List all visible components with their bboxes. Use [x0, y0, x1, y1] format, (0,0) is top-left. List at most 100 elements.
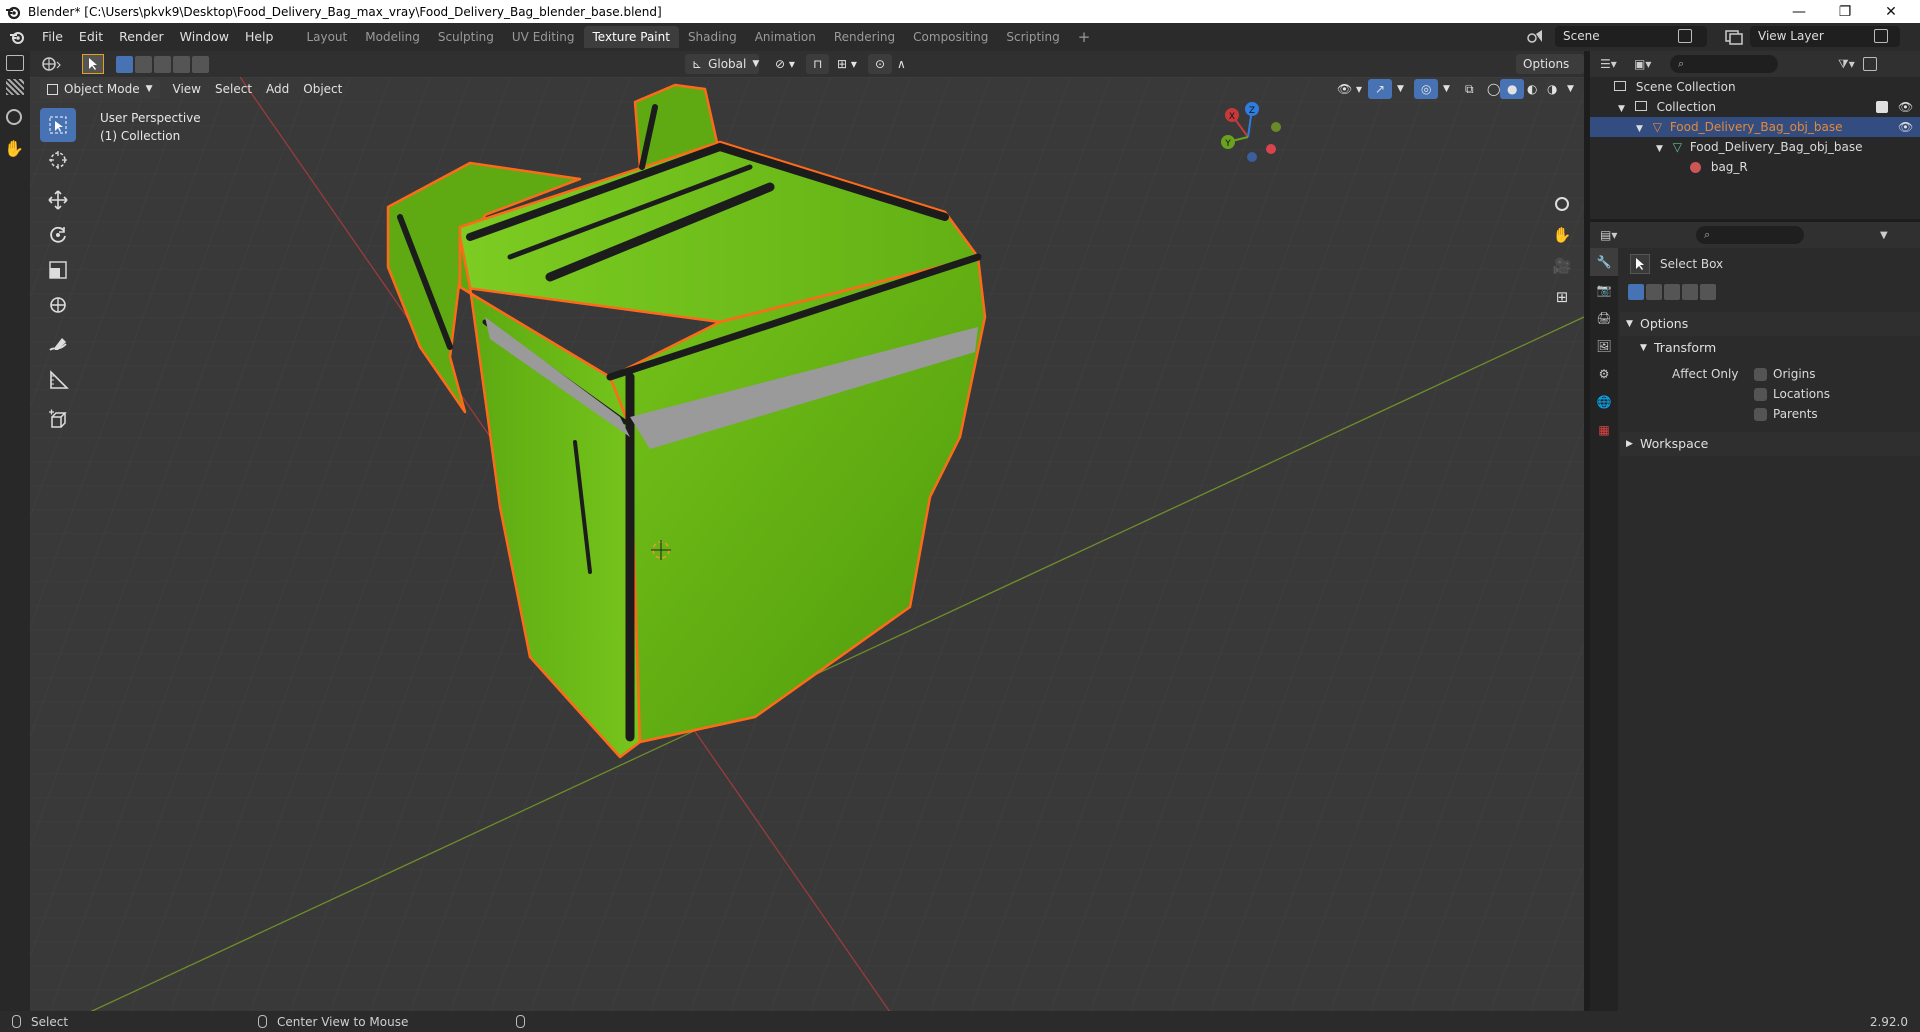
expand-arrow-icon[interactable]: ▼	[1656, 144, 1663, 154]
menu-object[interactable]: Object	[296, 79, 349, 99]
tab-sculpting[interactable]: Sculpting	[429, 26, 503, 48]
tab-rendering[interactable]: Rendering	[825, 26, 904, 48]
move-tool[interactable]	[40, 183, 76, 217]
maximize-button[interactable]: ❐	[1822, 0, 1868, 23]
measure-tool[interactable]	[40, 363, 76, 397]
view-layer-type-icon[interactable]	[1724, 28, 1746, 46]
tab-layout[interactable]: Layout	[297, 26, 356, 48]
tab-texture-paint[interactable]: Texture Paint	[583, 26, 679, 48]
3d-viewport[interactable]: X Z Y	[30, 77, 1584, 1012]
options-dropdown[interactable]: Options ▼	[1516, 54, 1584, 91]
menu-view[interactable]: View	[166, 79, 208, 99]
selection-mode-subtract-icon[interactable]	[154, 55, 171, 73]
gizmo-dropdown-icon[interactable]: ▼	[1390, 79, 1411, 99]
cursor-tool[interactable]	[40, 143, 76, 177]
mode-subtract-icon[interactable]	[1664, 284, 1680, 300]
zoom-icon[interactable]	[6, 109, 22, 125]
transform-subpanel-header[interactable]: ▼ Transform	[1620, 336, 1920, 360]
tool-properties-tab-icon[interactable]: 🔧	[1590, 248, 1618, 276]
overlays-dropdown-icon[interactable]: ▼	[1436, 79, 1457, 99]
outliner-row-bag-mesh[interactable]: ▼ ▽ Food_Delivery_Bag_obj_base	[1590, 137, 1920, 157]
add-cube-tool[interactable]	[40, 403, 76, 437]
scene-type-icon[interactable]	[1526, 28, 1548, 46]
rotate-tool[interactable]	[40, 218, 76, 252]
blender-menu-icon[interactable]	[0, 29, 34, 45]
selection-mode-new-icon[interactable]	[116, 55, 133, 73]
add-workspace-button[interactable]: +	[1069, 26, 1100, 48]
transform-tool[interactable]	[40, 288, 76, 322]
viewport-editor-type-icon[interactable]	[40, 54, 64, 74]
selection-mode-invert-icon[interactable]	[173, 55, 190, 73]
visibility-icon[interactable]: 👁 ▾	[1330, 79, 1369, 99]
transform-orientation-dropdown[interactable]: ⊾ Global ▼	[685, 54, 759, 74]
tab-compositing[interactable]: Compositing	[904, 26, 997, 48]
exclude-checkbox[interactable]	[1876, 101, 1888, 113]
gizmo-neg-x-icon[interactable]	[1266, 144, 1276, 154]
visibility-eye-icon[interactable]: 👁	[1898, 97, 1913, 117]
zoom-view-button[interactable]	[1548, 190, 1576, 218]
xray-toggle-icon[interactable]: ⧉	[1458, 79, 1481, 99]
menu-help[interactable]: Help	[237, 26, 282, 48]
shading-dropdown-icon[interactable]: ▼	[1560, 79, 1581, 99]
menu-edit[interactable]: Edit	[71, 26, 111, 48]
mode-invert-icon[interactable]	[1682, 284, 1698, 300]
falloff-icon[interactable]: ∧	[890, 54, 913, 74]
outliner-row-collection[interactable]: ▼ Collection 👁	[1590, 97, 1920, 117]
navigation-gizmo[interactable]: X Z Y	[1208, 97, 1288, 177]
tab-modeling[interactable]: Modeling	[356, 26, 429, 48]
workspace-panel-header[interactable]: ▶ Workspace	[1620, 432, 1920, 456]
editor-type-icon[interactable]	[6, 55, 24, 71]
display-mode-icon[interactable]: ▣▾	[1634, 57, 1660, 71]
pan-view-button[interactable]: ✋	[1548, 221, 1576, 249]
properties-search-input[interactable]: ⌕	[1696, 226, 1804, 244]
new-scene-icon[interactable]	[1678, 29, 1692, 43]
select-tool-mode-icon[interactable]	[82, 54, 104, 74]
mode-extend-icon[interactable]	[1646, 284, 1662, 300]
origins-checkbox[interactable]: Origins	[1754, 364, 1816, 384]
outliner-editor-type-icon[interactable]: ☰▾	[1600, 57, 1626, 71]
close-button[interactable]: ✕	[1868, 0, 1914, 23]
view-layer-tab-icon[interactable]: 🖼	[1590, 332, 1618, 360]
filter-icon[interactable]: ⧩▾	[1838, 57, 1855, 72]
gizmo-toggle-icon[interactable]: ↗	[1368, 79, 1393, 99]
mode-dropdown[interactable]: Object Mode ▼	[40, 79, 160, 99]
overlays-toggle-icon[interactable]: ◎	[1414, 79, 1439, 99]
output-properties-tab-icon[interactable]: 🖨	[1590, 304, 1618, 332]
outliner-row-material[interactable]: bag_R	[1590, 157, 1920, 177]
visibility-eye-icon[interactable]: 👁	[1898, 117, 1913, 137]
outliner-row-scene-collection[interactable]: Scene Collection	[1590, 77, 1920, 97]
menu-render[interactable]: Render	[111, 26, 172, 48]
scale-tool[interactable]	[40, 253, 76, 287]
menu-select[interactable]: Select	[208, 79, 259, 99]
parents-checkbox[interactable]: Parents	[1754, 404, 1818, 424]
perspective-toggle-button[interactable]: ⊞	[1548, 283, 1576, 311]
expand-arrow-icon[interactable]: ▼	[1636, 124, 1643, 134]
snap-toggle-icon[interactable]: ⊓	[806, 54, 830, 74]
selection-mode-intersect-icon[interactable]	[192, 55, 209, 73]
locations-checkbox[interactable]: Locations	[1754, 384, 1830, 404]
new-collection-icon[interactable]	[1862, 57, 1877, 71]
gizmo-neg-y-icon[interactable]	[1271, 122, 1281, 132]
mode-new-icon[interactable]	[1628, 284, 1644, 300]
tab-animation[interactable]: Animation	[746, 26, 825, 48]
tab-scripting[interactable]: Scripting	[997, 26, 1068, 48]
texture-properties-tab-icon[interactable]: ▦	[1590, 416, 1618, 444]
annotate-tool[interactable]	[40, 328, 76, 362]
select-box-tool[interactable]	[40, 108, 76, 142]
menu-file[interactable]: File	[34, 26, 71, 48]
menu-window[interactable]: Window	[172, 26, 237, 48]
properties-options-icon[interactable]: ▼	[1880, 230, 1888, 241]
gizmo-neg-z-icon[interactable]	[1247, 152, 1257, 162]
new-view-layer-icon[interactable]	[1874, 29, 1888, 43]
pivot-point-icon[interactable]: ⊘ ▾	[768, 54, 802, 74]
mode-intersect-icon[interactable]	[1700, 284, 1716, 300]
selection-mode-extend-icon[interactable]	[135, 55, 152, 73]
outliner-search-input[interactable]: ⌕	[1670, 55, 1778, 73]
minimize-button[interactable]: —	[1776, 0, 1822, 23]
menu-add[interactable]: Add	[259, 79, 296, 99]
render-properties-tab-icon[interactable]: 📷	[1590, 276, 1618, 304]
tab-shading[interactable]: Shading	[679, 26, 746, 48]
scene-properties-tab-icon[interactable]: ⚙	[1590, 360, 1618, 388]
expand-arrow-icon[interactable]: ▼	[1618, 104, 1625, 114]
world-properties-tab-icon[interactable]: 🌐	[1590, 388, 1618, 416]
